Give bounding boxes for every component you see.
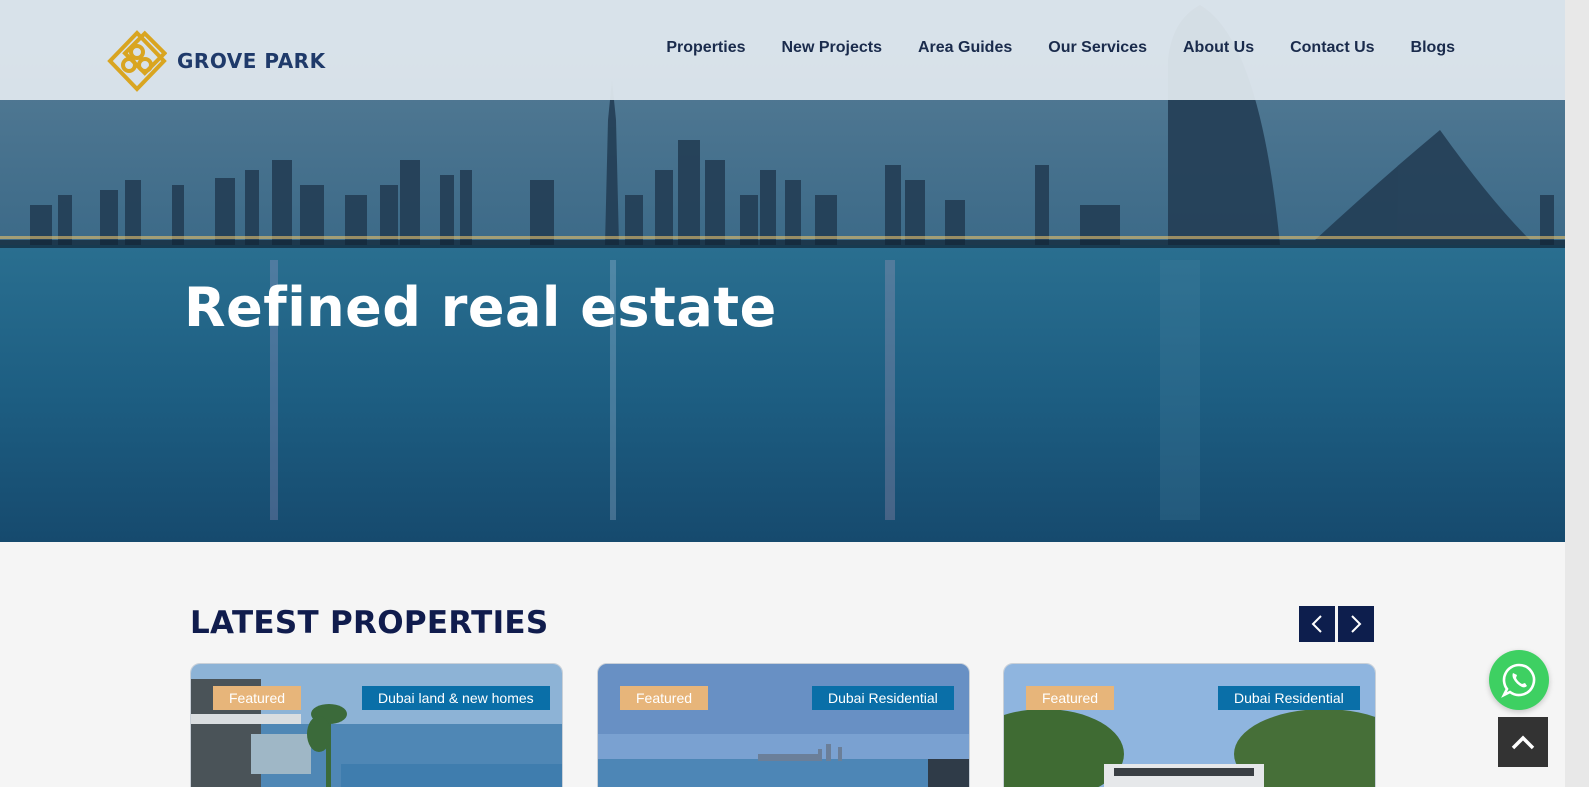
property-card[interactable]: Featured Dubai Residential [597,663,970,787]
category-badge: Dubai Residential [1218,686,1360,710]
category-badge: Dubai land & new homes [362,686,550,710]
category-badge: Dubai Residential [812,686,954,710]
nav-contact-us[interactable]: Contact Us [1290,39,1374,57]
carousel-next-button[interactable] [1338,606,1374,642]
whatsapp-button[interactable] [1489,650,1549,710]
whatsapp-icon [1501,663,1536,698]
nav-our-services[interactable]: Our Services [1048,39,1147,57]
brand-name: GROVE PARK [177,49,326,73]
featured-badge: Featured [620,686,709,710]
nav-blogs[interactable]: Blogs [1411,39,1455,57]
scroll-to-top-button[interactable] [1498,717,1548,767]
main-nav: Properties New Projects Area Guides Our … [666,39,1455,57]
property-card[interactable]: Featured Dubai Residential [1003,663,1376,787]
carousel-prev-button[interactable] [1299,606,1335,642]
featured-badge: Featured [1026,686,1115,710]
property-image [191,664,562,787]
nav-about-us[interactable]: About Us [1183,39,1254,57]
chevron-right-icon [1351,615,1362,633]
property-image [1004,664,1375,787]
page-scrollbar[interactable] [1565,0,1589,787]
chevron-up-icon [1511,735,1535,750]
nav-properties[interactable]: Properties [666,39,745,57]
chevron-left-icon [1311,615,1322,633]
nav-area-guides[interactable]: Area Guides [918,39,1012,57]
nav-new-projects[interactable]: New Projects [782,39,882,57]
logo[interactable]: GROVE PARK [107,30,326,92]
property-card[interactable]: Featured Dubai land & new homes [190,663,563,787]
hero-title: Refined real estate [184,276,777,339]
latest-properties-title: LATEST PROPERTIES [190,605,549,641]
grove-park-logo-icon [107,30,167,92]
site-header: GROVE PARK Properties New Projects Area … [0,0,1565,100]
page: Refined real estate GROVE PARK Propertie… [0,0,1589,787]
featured-badge: Featured [213,686,302,710]
property-image [598,664,969,787]
